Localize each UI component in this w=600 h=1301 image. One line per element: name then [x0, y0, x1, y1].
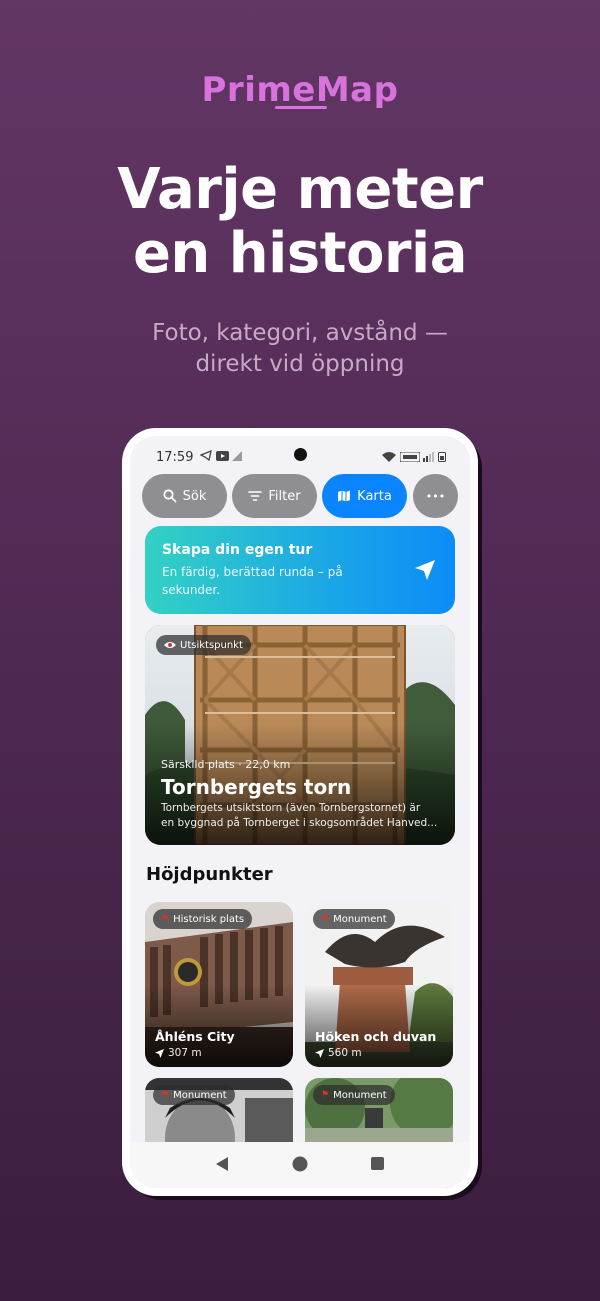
flag-icon: ⚑: [161, 1090, 170, 1100]
featured-description-line-1: Tornbergets utsiktstorn (även Tornbergst…: [161, 802, 421, 814]
map-button[interactable]: Karta: [322, 474, 407, 518]
create-tour-banner[interactable]: Skapa din egen tur En färdig, berättad r…: [145, 526, 455, 614]
subline-line-1: Foto, kategori, avstånd —: [152, 320, 448, 346]
brand-underline: [275, 106, 327, 109]
featured-meta: Särskild plats · 22,0 km: [161, 758, 291, 771]
highlight-card-ahlens[interactable]: ⚑ Historisk plats Åhléns City 307 m: [145, 902, 293, 1067]
more-icon: •••: [425, 489, 446, 503]
filter-icon: [248, 491, 263, 501]
featured-description-line-2: en byggnad på Tornberget i skogsområdet …: [161, 817, 438, 829]
highlight-distance: 307 m: [155, 1047, 202, 1059]
featured-category-label: Utsiktspunkt: [180, 639, 243, 651]
map-icon: [338, 490, 351, 502]
subline-line-2: direkt vid öppning: [195, 351, 405, 377]
map-button-label: Karta: [357, 488, 392, 504]
flag-icon: ⚑: [161, 914, 170, 924]
highlight-category-badge: ⚑ Historisk plats: [153, 909, 253, 929]
flag-icon: ⚑: [321, 1090, 330, 1100]
eye-icon: [164, 642, 176, 648]
highlight-category-label: Monument: [173, 1089, 227, 1101]
phone-frame: 17:59 Sök Filter Karta ••• Skapa din ege…: [122, 428, 478, 1196]
highlights-heading: Höjdpunkter: [146, 864, 273, 885]
signal-small-icon: [232, 451, 242, 461]
status-system-icons: [382, 451, 446, 465]
status-notification-icons: [199, 449, 242, 464]
featured-category-badge: Utsiktspunkt: [156, 635, 251, 655]
battery-icon: [438, 452, 446, 462]
search-button-label: Sök: [182, 488, 207, 504]
headline: Varje meter en historia: [0, 158, 600, 286]
featured-title: Tornbergets torn: [161, 775, 352, 799]
highlight-card-hoken[interactable]: ⚑ Monument Höken och duvan 560 m: [305, 902, 453, 1067]
highlight-category-badge: ⚑ Monument: [313, 1085, 395, 1105]
headline-line-1: Varje meter: [117, 157, 483, 222]
highlight-name: Åhléns City: [155, 1029, 235, 1044]
highlight-name: Höken och duvan: [315, 1029, 437, 1044]
highlight-distance-value: 307 m: [168, 1047, 202, 1059]
filter-button[interactable]: Filter: [232, 474, 317, 518]
telegram-icon: [199, 449, 212, 462]
status-bar: 17:59: [130, 442, 470, 472]
filter-button-label: Filter: [268, 488, 301, 504]
system-nav-bar: [130, 1142, 470, 1188]
headline-line-2: en historia: [132, 221, 468, 286]
back-icon[interactable]: [214, 1156, 230, 1172]
more-button[interactable]: •••: [413, 474, 458, 518]
highlight-category-badge: ⚑ Monument: [153, 1085, 235, 1105]
flag-icon: ⚑: [321, 914, 330, 924]
tour-title: Skapa din egen tur: [162, 542, 313, 558]
camera-cutout: [294, 448, 307, 461]
highlight-distance: 560 m: [315, 1047, 362, 1059]
brand-logo: PrimeMap: [201, 70, 399, 110]
location-arrow-icon: [155, 1048, 164, 1058]
search-icon: [163, 489, 177, 503]
location-arrow-icon: [315, 1048, 324, 1058]
highlight-distance-value: 560 m: [328, 1047, 362, 1059]
tour-text: En färdig, berättad runda – på sekunder.: [162, 565, 343, 597]
home-icon[interactable]: [292, 1156, 308, 1172]
subline: Foto, kategori, avstånd — direkt vid öpp…: [0, 318, 600, 380]
volte-icon: [399, 451, 421, 463]
search-button[interactable]: Sök: [142, 474, 227, 518]
highlight-category-label: Monument: [333, 1089, 387, 1101]
highlight-category-label: Monument: [333, 913, 387, 925]
status-time: 17:59: [156, 450, 194, 465]
featured-place-card[interactable]: Utsiktspunkt Särskild plats · 22,0 km To…: [145, 625, 455, 845]
recents-icon[interactable]: [370, 1156, 385, 1171]
navigation-arrow-icon: [415, 560, 435, 580]
youtube-icon: [215, 451, 229, 461]
highlight-category-label: Historisk plats: [173, 913, 245, 925]
phone-screen: 17:59 Sök Filter Karta ••• Skapa din ege…: [130, 436, 470, 1188]
signal-icon: [422, 452, 434, 462]
wifi-icon: [382, 452, 397, 462]
highlight-category-badge: ⚑ Monument: [313, 909, 395, 929]
